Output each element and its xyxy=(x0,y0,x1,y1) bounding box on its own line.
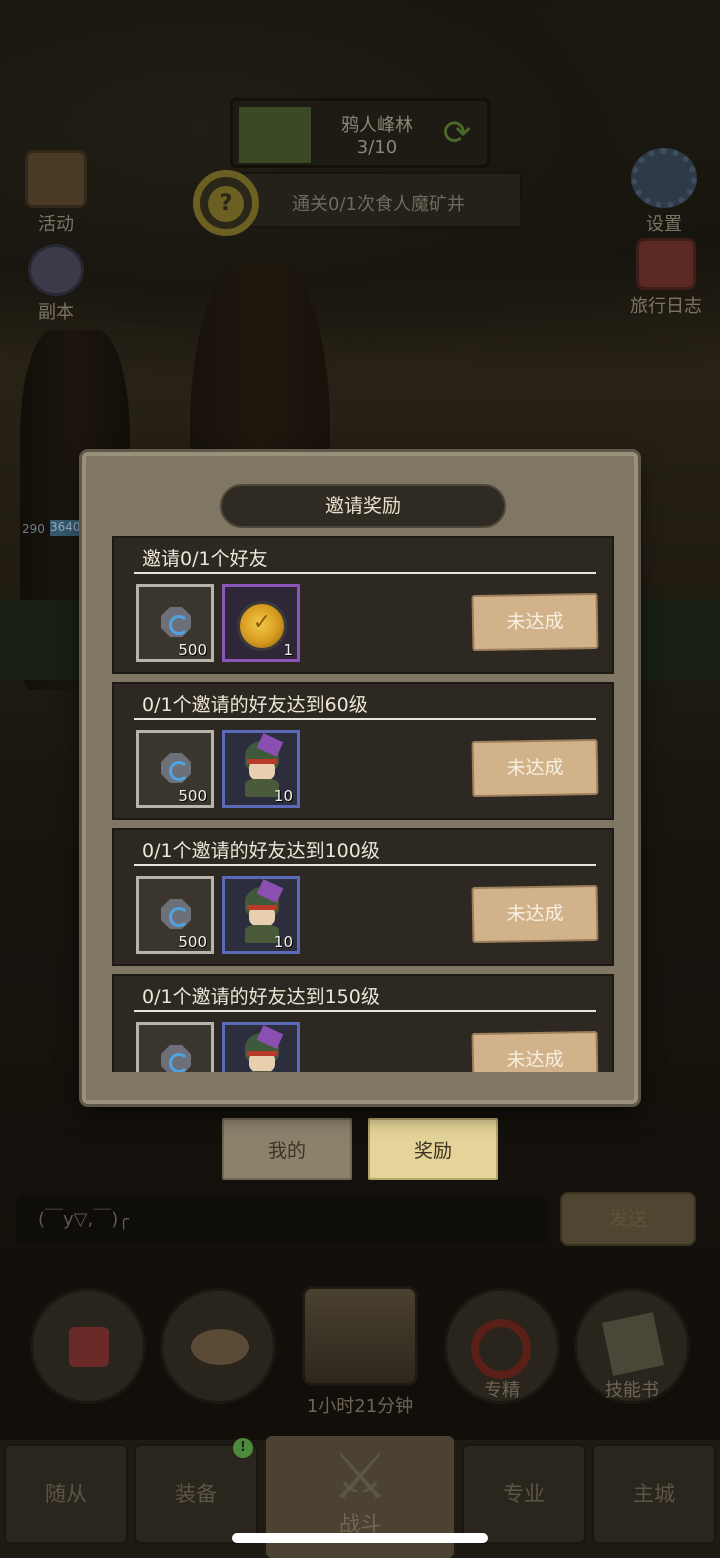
mastery-icon xyxy=(471,1319,531,1379)
task-item: 0/1个邀请的好友达到150级 未达成 xyxy=(112,974,614,1072)
rune-stone-icon xyxy=(161,899,191,929)
reward-slot-stone[interactable]: 500 xyxy=(136,876,214,954)
bread-button[interactable] xyxy=(160,1288,276,1404)
activity-label: 活动 xyxy=(38,214,74,235)
treasure-chest[interactable] xyxy=(302,1286,418,1386)
task-item: 0/1个邀请的好友达到60级 500 10 未达成 xyxy=(112,682,614,820)
divider xyxy=(134,572,596,574)
divider xyxy=(134,718,596,720)
home-indicator[interactable] xyxy=(232,1533,488,1543)
reward-slot-hero[interactable]: 10 xyxy=(222,876,300,954)
hero-portrait-icon xyxy=(239,1025,285,1072)
gear-icon xyxy=(631,148,697,208)
task-title: 0/1个邀请的好友达到60级 xyxy=(142,694,368,716)
potion-button[interactable] xyxy=(30,1288,146,1404)
potion-icon xyxy=(69,1327,109,1367)
reward-slot-coin[interactable]: 1 xyxy=(222,584,300,662)
invite-reward-dialog: 邀请奖励 邀请0/1个好友 500 1 未达成 0/1个邀请的好友达到60级 5… xyxy=(82,452,638,1104)
tab-mine[interactable]: 我的 xyxy=(222,1118,352,1180)
settings-button[interactable]: 设置 xyxy=(620,148,708,236)
skillbook-icon xyxy=(601,1312,665,1376)
nav-main-city[interactable]: 主城 xyxy=(592,1444,716,1544)
task-title: 0/1个邀请的好友达到150级 xyxy=(142,986,380,1008)
settings-label: 设置 xyxy=(646,214,682,235)
reward-count: 500 xyxy=(178,933,207,951)
quest-bar[interactable]: 通关0/1次食人魔矿井 xyxy=(240,172,522,228)
travel-log-button[interactable]: 旅行日志 xyxy=(618,238,714,318)
activity-button[interactable]: 活动 xyxy=(16,150,96,236)
status-button[interactable]: 未达成 xyxy=(471,1030,599,1072)
rune-stone-icon xyxy=(161,1045,191,1072)
skillbook-label: 技能书 xyxy=(605,1380,659,1401)
question-icon[interactable]: ? xyxy=(208,186,244,222)
status-button[interactable]: 未达成 xyxy=(471,884,599,944)
task-list[interactable]: 邀请0/1个好友 500 1 未达成 0/1个邀请的好友达到60级 500 xyxy=(112,536,614,1072)
dialog-title: 邀请奖励 xyxy=(220,484,506,528)
task-item: 0/1个邀请的好友达到100级 500 10 未达成 xyxy=(112,828,614,966)
mastery-label: 专精 xyxy=(484,1380,520,1401)
send-button[interactable]: 发送 xyxy=(560,1192,696,1246)
tab-reward[interactable]: 奖励 xyxy=(368,1118,498,1180)
rune-stone-icon xyxy=(161,753,191,783)
divider xyxy=(134,864,596,866)
rune-stone-icon xyxy=(161,607,191,637)
reward-slot-hero[interactable]: 10 xyxy=(222,730,300,808)
task-title: 邀请0/1个好友 xyxy=(142,548,268,570)
gold-coin-icon xyxy=(237,601,287,651)
travel-log-label: 旅行日志 xyxy=(630,296,702,317)
portal-icon xyxy=(28,244,84,296)
map-panel[interactable]: 鸦人峰林 3/10 ⟳ xyxy=(230,98,490,168)
reward-slot-stone[interactable] xyxy=(136,1022,214,1072)
crossed-swords-icon: ⚔ xyxy=(331,1440,389,1514)
status-button[interactable]: 未达成 xyxy=(471,592,599,652)
dungeon-label: 副本 xyxy=(38,302,74,323)
nav-profession[interactable]: 专业 xyxy=(462,1444,586,1544)
quest-text: 通关0/1次食人魔矿井 xyxy=(292,194,465,215)
dungeon-button[interactable]: 副本 xyxy=(16,244,96,324)
status-button[interactable]: 未达成 xyxy=(471,738,599,798)
journal-icon xyxy=(636,238,696,290)
reward-count: 1 xyxy=(283,641,293,659)
nav-followers[interactable]: 随从 xyxy=(4,1444,128,1544)
chest-timer: 1小时21分钟 xyxy=(306,1396,414,1417)
hero-level: 290 xyxy=(22,522,45,536)
divider xyxy=(134,1010,596,1012)
reward-count: 10 xyxy=(273,787,293,805)
nav-equipment[interactable]: 装备 xyxy=(134,1444,258,1544)
reward-slot-stone[interactable]: 500 xyxy=(136,730,214,808)
map-thumbnail xyxy=(239,107,311,163)
bread-icon xyxy=(191,1329,249,1365)
reward-slot-hero[interactable] xyxy=(222,1022,300,1072)
task-title: 0/1个邀请的好友达到100级 xyxy=(142,840,380,862)
reward-count: 500 xyxy=(178,641,207,659)
reward-slot-stone[interactable]: 500 xyxy=(136,584,214,662)
refresh-icon[interactable]: ⟳ xyxy=(439,115,475,151)
reward-count: 500 xyxy=(178,787,207,805)
chat-input[interactable]: (￣y▽,￣)╭ xyxy=(16,1196,548,1244)
task-item: 邀请0/1个好友 500 1 未达成 xyxy=(112,536,614,674)
reward-count: 10 xyxy=(273,933,293,951)
notification-badge: ! xyxy=(233,1438,253,1458)
scroll-icon xyxy=(25,150,87,208)
map-progress: 3/10 xyxy=(356,137,398,158)
map-name: 鸦人峰林 xyxy=(341,115,413,136)
